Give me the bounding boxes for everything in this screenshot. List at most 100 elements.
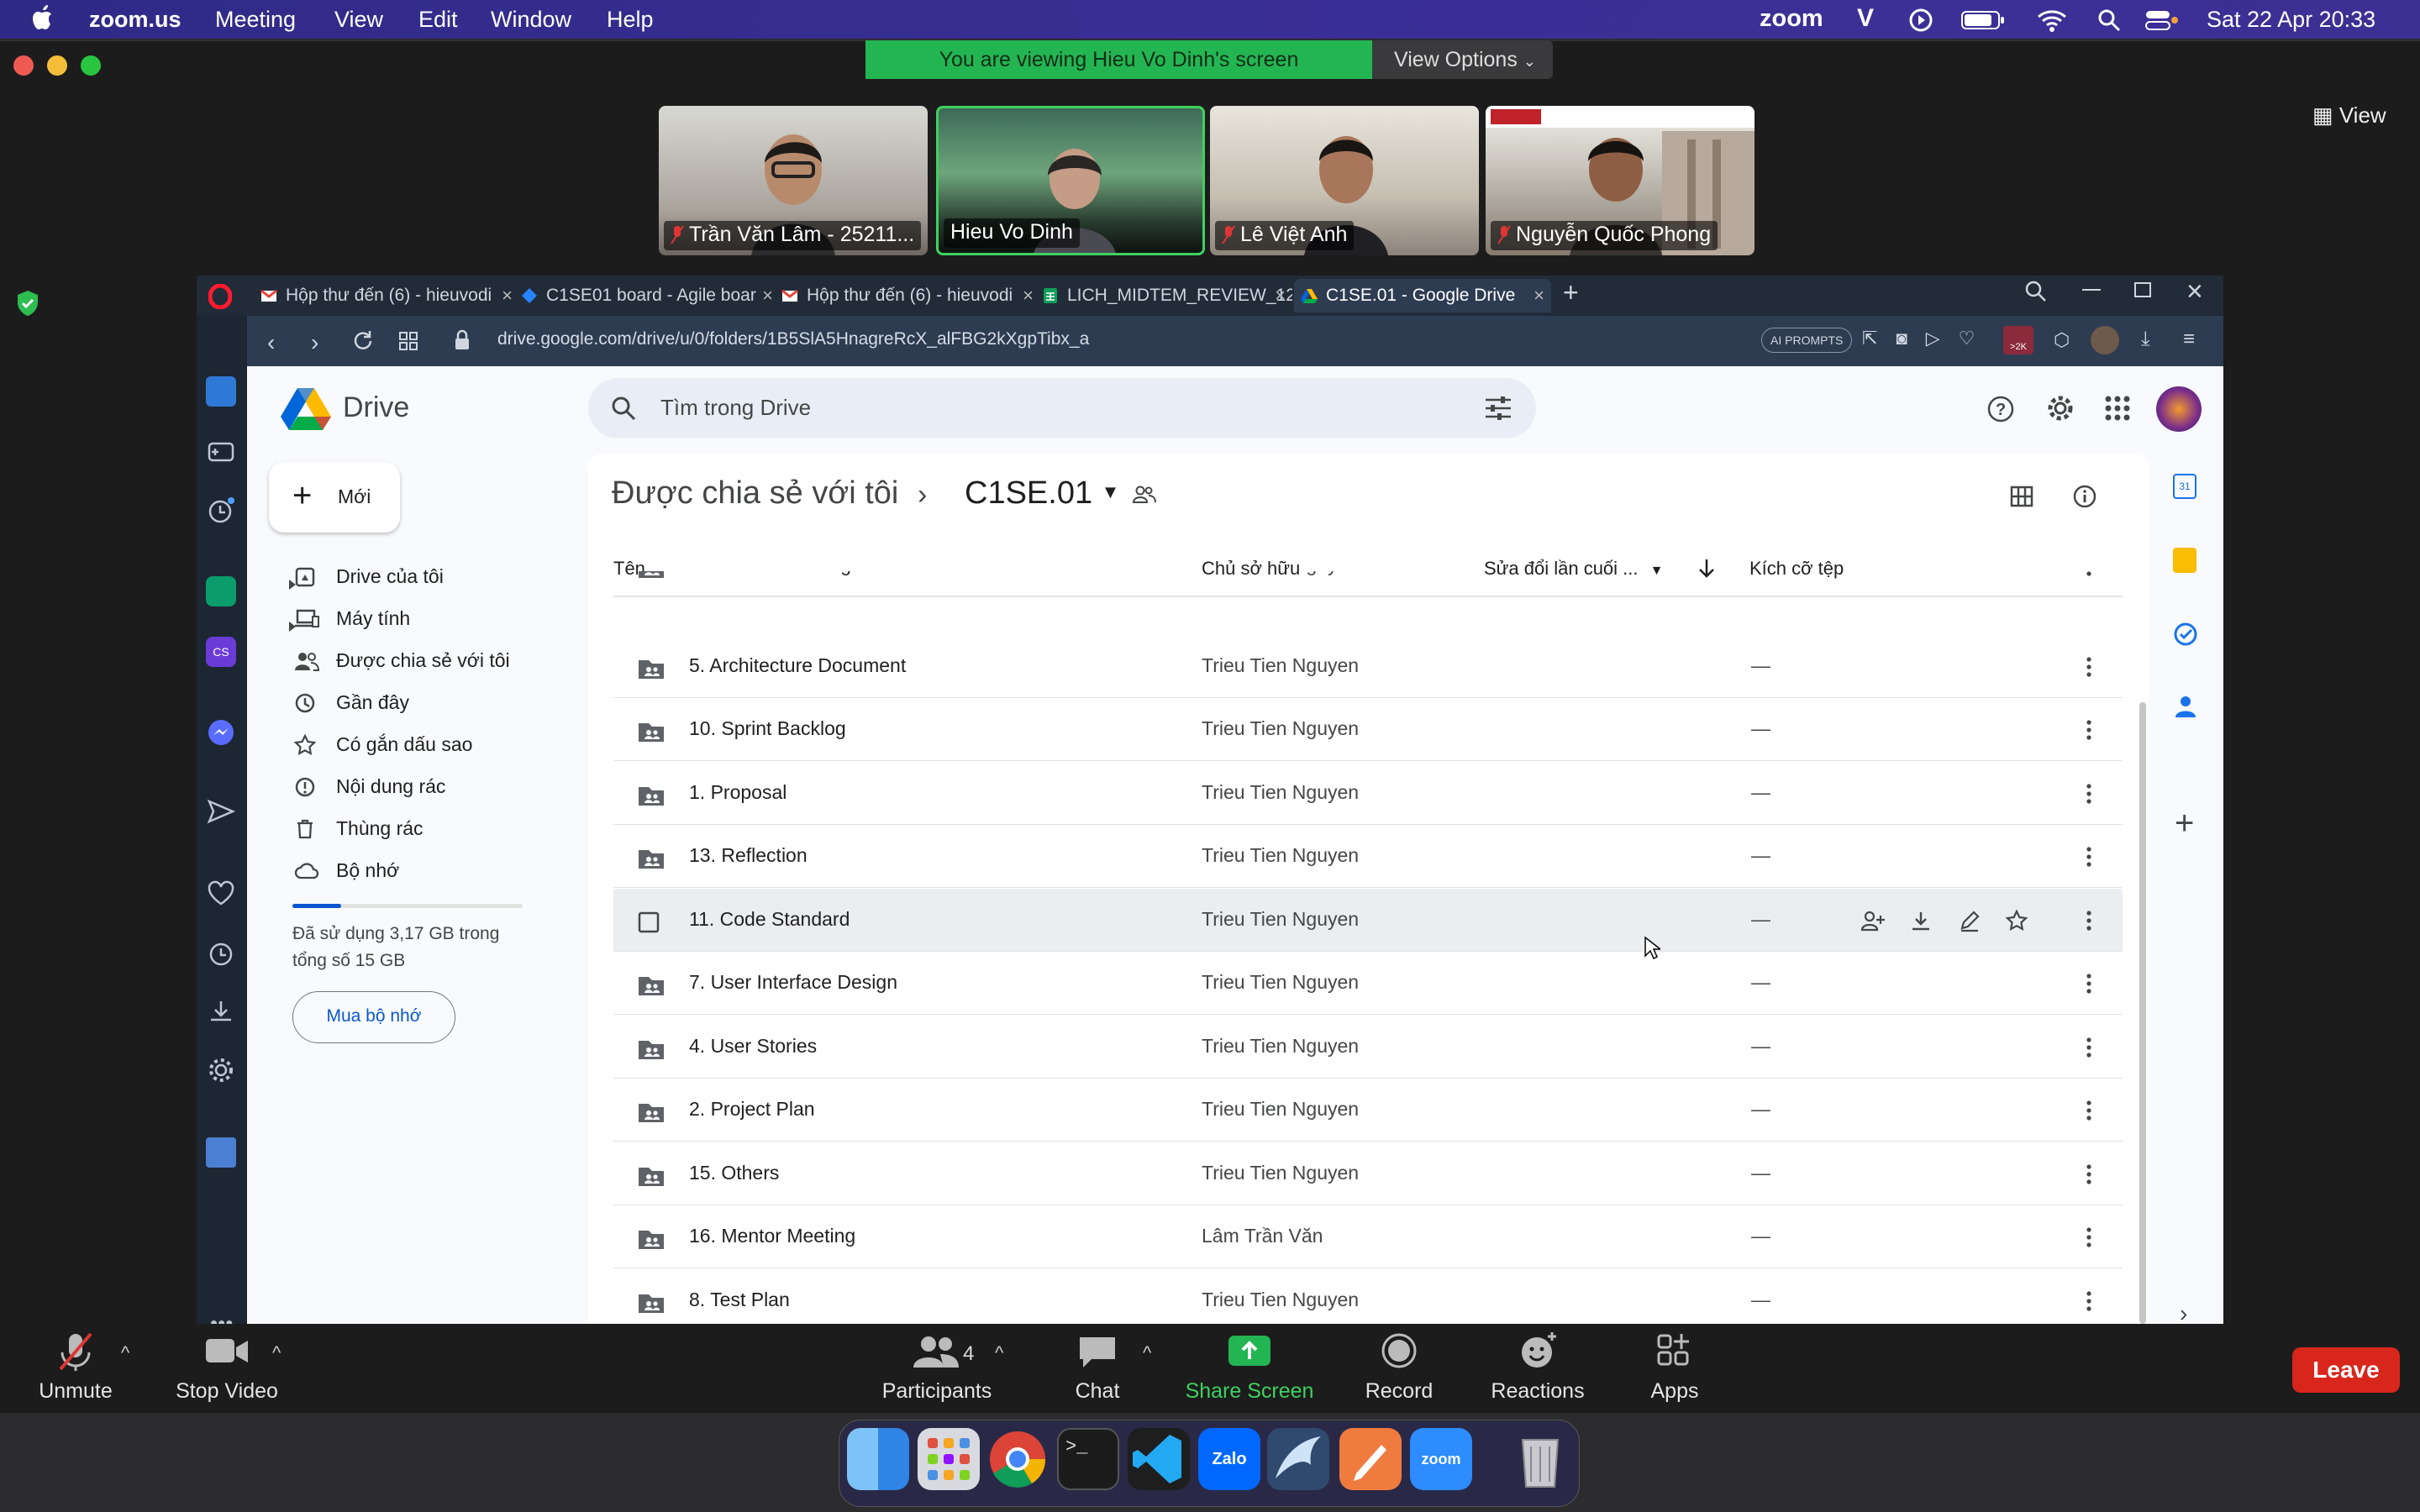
share-screen-button[interactable]: Share Screen	[1176, 1331, 1323, 1403]
participant-tile[interactable]: Nguyễn Quốc Phong	[1486, 106, 1754, 255]
google-apps-icon[interactable]	[2104, 395, 2131, 422]
share-person-add-icon[interactable]	[1860, 909, 1886, 932]
tab-search-icon[interactable]	[2025, 281, 2047, 302]
camera-icon[interactable]: ◙	[1896, 328, 1925, 349]
view-options-dropdown[interactable]: View Options ⌄	[1372, 40, 1553, 79]
file-row[interactable]: 5. Architecture Document Trieu Tien Nguye…	[613, 635, 2123, 698]
record-button[interactable]: Record	[1353, 1331, 1445, 1403]
battery-icon[interactable]	[1961, 10, 2005, 30]
more-actions-icon[interactable]	[2077, 571, 2101, 578]
file-name[interactable]: 15. Others	[689, 1162, 779, 1184]
cube-icon[interactable]: ⬡	[2054, 329, 2070, 351]
extension-icon[interactable]	[206, 1137, 236, 1168]
more-actions-icon[interactable]	[2077, 782, 2101, 806]
tab-close-icon[interactable]: ×	[1275, 279, 1286, 312]
buy-storage-button[interactable]: Mua bộ nhớ	[292, 991, 455, 1043]
more-actions-icon[interactable]	[2077, 909, 2101, 932]
file-row[interactable]: 16. Mentor Meeting Lâm Trần Văn —	[613, 1205, 2123, 1268]
more-actions-icon[interactable]	[2077, 1289, 2101, 1313]
file-row[interactable]: 11. Code Standard Trieu Tien Nguyen —	[613, 888, 2123, 952]
more-actions-icon[interactable]	[2077, 972, 2101, 995]
nav-computers[interactable]: Máy tính	[286, 601, 538, 635]
clock-alert-icon[interactable]	[206, 496, 236, 526]
back-icon[interactable]: ‹	[267, 329, 275, 356]
drawing-app-icon[interactable]	[1339, 1428, 1402, 1490]
nav-storage[interactable]: Bộ nhớ	[286, 853, 538, 887]
encryption-shield-icon[interactable]	[15, 289, 40, 318]
file-row[interactable]: 8. Test Plan Trieu Tien Nguyen —	[613, 1269, 2123, 1332]
google-drive-logo-icon[interactable]	[281, 386, 331, 430]
chat-caret-icon[interactable]: ^	[1143, 1342, 1151, 1364]
mysql-workbench-icon[interactable]	[1267, 1428, 1329, 1490]
file-name[interactable]: 3. Product Backlog	[689, 571, 851, 576]
menubar-clock[interactable]: Sat 22 Apr 20:33	[2207, 7, 2375, 33]
download-icon[interactable]	[1909, 909, 1933, 932]
zoom-status-icon[interactable]: zoom	[1760, 5, 1823, 33]
tab-close-icon[interactable]: ×	[1023, 279, 1034, 312]
heart-outline-icon[interactable]: ♡	[1959, 328, 1994, 349]
zalo-icon[interactable]: Zalo	[1198, 1428, 1260, 1490]
send-icon[interactable]	[206, 796, 236, 827]
chat-button[interactable]: Chat	[1055, 1331, 1139, 1403]
browser-minimize-button[interactable]	[2082, 289, 2101, 291]
more-actions-icon[interactable]	[2077, 845, 2101, 869]
file-row[interactable]: 15. Others Trieu Tien Nguyen —	[613, 1142, 2123, 1205]
file-row[interactable]: 1. Proposal Trieu Tien Nguyen —	[613, 762, 2123, 825]
easy-setup-icon[interactable]: ≡	[2183, 328, 2195, 351]
participant-tile[interactable]: Lê Việt Anh	[1210, 106, 1479, 255]
more-actions-icon[interactable]	[2077, 1036, 2101, 1059]
nav-shared-with-me[interactable]: Được chia sẻ với tôi	[286, 643, 538, 677]
view-layout-button[interactable]: ▦ View	[2312, 102, 2386, 129]
help-icon[interactable]: ?	[1986, 395, 2015, 423]
keep-icon[interactable]	[2173, 548, 2196, 573]
menu-meeting[interactable]: Meeting	[215, 7, 296, 33]
v-status-icon[interactable]: V	[1857, 4, 1874, 33]
browser-tab-gmail-2[interactable]: Hộp thư đến (6) - hieuvodi ×	[775, 279, 1040, 312]
lock-icon[interactable]	[454, 329, 471, 351]
participants-button[interactable]: Participants	[874, 1331, 1000, 1403]
grid-view-icon[interactable]	[2010, 486, 2033, 507]
breadcrumb-parent[interactable]: Được chia sẻ với tôi	[612, 475, 898, 512]
ai-prompts-button[interactable]: AI PROMPTS	[1761, 328, 1853, 353]
nav-starred[interactable]: Có gắn dấu sao	[286, 727, 538, 761]
star-icon[interactable]	[2005, 908, 2028, 932]
window-close-button[interactable]	[13, 55, 34, 76]
file-name[interactable]: 7. User Interface Design	[689, 971, 897, 994]
tab-close-icon[interactable]: ×	[502, 279, 513, 312]
download-icon[interactable]: ⤓	[2141, 328, 2150, 351]
details-info-icon[interactable]	[2072, 484, 2097, 509]
settings-gear-icon[interactable]	[206, 1055, 236, 1085]
nav-my-drive[interactable]: Drive của tôi	[286, 559, 538, 593]
browser-tab-drive-active[interactable]: C1SE.01 - Google Drive ×	[1294, 279, 1551, 312]
file-name[interactable]: 10. Sprint Backlog	[689, 717, 846, 740]
file-name[interactable]: 13. Reflection	[689, 844, 808, 867]
messenger-icon[interactable]	[206, 717, 236, 748]
more-actions-icon[interactable]	[2077, 718, 2101, 742]
finder-icon[interactable]	[847, 1428, 909, 1490]
workspace-icon[interactable]	[206, 376, 236, 407]
file-name[interactable]: 4. User Stories	[689, 1035, 817, 1058]
apple-icon[interactable]	[32, 3, 55, 32]
new-tab-button[interactable]: +	[1563, 277, 1579, 308]
file-row[interactable]: 13. Reflection Trieu Tien Nguyen —	[613, 825, 2123, 888]
browser-restore-button[interactable]	[2134, 282, 2151, 297]
file-name[interactable]: 8. Test Plan	[689, 1289, 790, 1311]
history-icon[interactable]	[206, 939, 236, 969]
trash-bin-icon[interactable]	[1509, 1428, 1571, 1490]
wifi-icon[interactable]	[2037, 8, 2067, 32]
browser-close-button[interactable]: ×	[2186, 276, 2203, 308]
file-row[interactable]: 3. Product Backlog Trieu Tien Nguyen —	[613, 571, 2123, 596]
more-actions-icon[interactable]	[2077, 1163, 2101, 1186]
file-row[interactable]: 2. Project Plan Trieu Tien Nguyen —	[613, 1079, 2123, 1142]
account-avatar[interactable]	[2156, 386, 2202, 432]
profile-avatar[interactable]	[2091, 326, 2119, 354]
row-checkbox[interactable]	[637, 911, 666, 934]
play-status-icon[interactable]	[1909, 8, 1933, 32]
heart-icon[interactable]	[206, 879, 236, 909]
file-name[interactable]: 16. Mentor Meeting	[689, 1225, 855, 1247]
participant-tile-active-speaker[interactable]: Hieu Vo Dinh	[936, 106, 1205, 255]
tab-close-icon[interactable]: ×	[762, 279, 773, 312]
shared-folder-icon[interactable]	[1133, 484, 1156, 506]
browser-tab-gmail-1[interactable]: Hộp thư đến (6) - hieuvodi ×	[254, 279, 519, 312]
downloads-icon[interactable]	[206, 996, 236, 1026]
